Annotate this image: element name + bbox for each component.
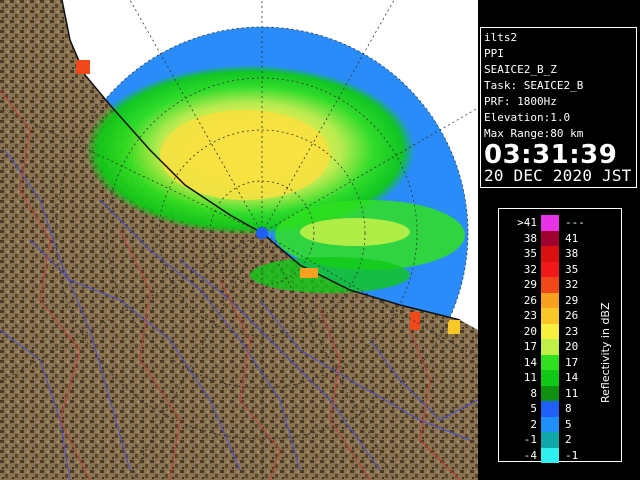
prf-value: PRF: 1800Hz	[484, 95, 557, 108]
legend-max-label: 26	[565, 309, 579, 322]
legend-max-label: 2	[565, 433, 572, 446]
product-type: PPI	[484, 47, 504, 60]
info-panel: ilts2 PPI SEAICE2_B_Z Task: SEAICE2_B PR…	[480, 27, 637, 188]
legend-max-label: 29	[565, 293, 579, 307]
coastal-echo	[76, 60, 90, 74]
radar-ppi-svg	[0, 0, 478, 480]
legend-min-label: 29	[523, 278, 537, 291]
legend-max-label: 41	[565, 231, 579, 245]
echo-east-band-core	[300, 218, 410, 246]
legend-swatch	[541, 354, 559, 370]
scan-name: SEAICE2_B_Z	[484, 63, 557, 76]
elevation-value: Elevation:1.0	[484, 111, 571, 124]
legend-swatch	[541, 277, 559, 293]
legend-min-label: 2	[530, 417, 537, 431]
legend-min-label: 5	[530, 402, 537, 415]
legend-max-label: 23	[565, 324, 579, 338]
site-name: ilts2	[484, 31, 518, 44]
legend-min-label: 35	[523, 247, 537, 260]
legend-max-label: 5	[565, 417, 572, 431]
coastal-echo	[448, 320, 460, 334]
legend-min-label: 20	[523, 324, 537, 338]
legend-swatch	[541, 261, 559, 277]
legend-row: -4 -1	[499, 447, 621, 463]
legend-min-label: 11	[523, 371, 537, 384]
task-name: Task: SEAICE2_B	[484, 79, 584, 92]
legend-min-label: 32	[523, 262, 537, 276]
max-range-value: Max Range:80 km	[484, 127, 584, 140]
legend-row: 58	[499, 401, 621, 417]
coastal-echo	[410, 312, 420, 330]
legend-max-label: 14	[565, 371, 579, 384]
legend-max-label: -1	[565, 448, 579, 462]
legend-max-label: 17	[565, 355, 579, 369]
legend-swatch	[541, 385, 559, 401]
legend-min-label: 17	[523, 340, 537, 353]
coastal-echo	[300, 268, 318, 278]
legend-swatch	[541, 370, 559, 386]
legend-min-label: -1	[523, 433, 537, 446]
legend-min-label: -4	[523, 448, 537, 462]
legend-max-label: ---	[565, 216, 585, 229]
legend-min-label: 26	[523, 293, 537, 307]
legend-swatch	[541, 401, 559, 417]
radar-map[interactable]	[0, 0, 478, 480]
legend-max-label: 32	[565, 278, 579, 291]
legend-min-label: 8	[530, 386, 537, 400]
legend-row: 25	[499, 416, 621, 432]
scan-time: 03:31:39	[484, 140, 618, 170]
legend-row: >41 ---	[499, 215, 621, 231]
legend-swatch	[541, 246, 559, 262]
radar-site-marker	[256, 227, 268, 239]
legend-max-label: 35	[565, 262, 579, 276]
legend-swatch	[541, 230, 559, 246]
legend-min-label: 38	[523, 231, 537, 245]
legend-swatch	[541, 323, 559, 339]
legend-swatch	[541, 292, 559, 308]
legend-max-label: 20	[565, 340, 579, 353]
echo-core	[160, 110, 330, 200]
scan-date: 20 DEC 2020 JST	[484, 166, 632, 185]
legend-row: 35 38	[499, 246, 621, 262]
legend-unit-label: Reflectivity in dBZ	[599, 302, 612, 403]
legend-max-label: 11	[565, 386, 579, 400]
legend-row: 38 41	[499, 230, 621, 246]
legend-min-label: 14	[523, 355, 537, 369]
legend-swatch	[541, 339, 559, 355]
legend-row: -1 2	[499, 432, 621, 448]
legend-swatch	[541, 215, 559, 231]
legend-max-label: 38	[565, 247, 579, 260]
legend-swatch	[541, 416, 559, 432]
legend-swatch	[541, 432, 559, 448]
echo-south	[250, 257, 410, 293]
legend-swatch	[541, 447, 559, 463]
legend-swatch	[541, 308, 559, 324]
color-legend: >41 --- 38 41 35 38 32 35 29 32 26 29 23 26 20 23 17 20 14…	[498, 208, 622, 463]
legend-max-label: 8	[565, 402, 572, 415]
legend-min-label: >41	[517, 216, 537, 229]
legend-min-label: 23	[523, 309, 537, 322]
